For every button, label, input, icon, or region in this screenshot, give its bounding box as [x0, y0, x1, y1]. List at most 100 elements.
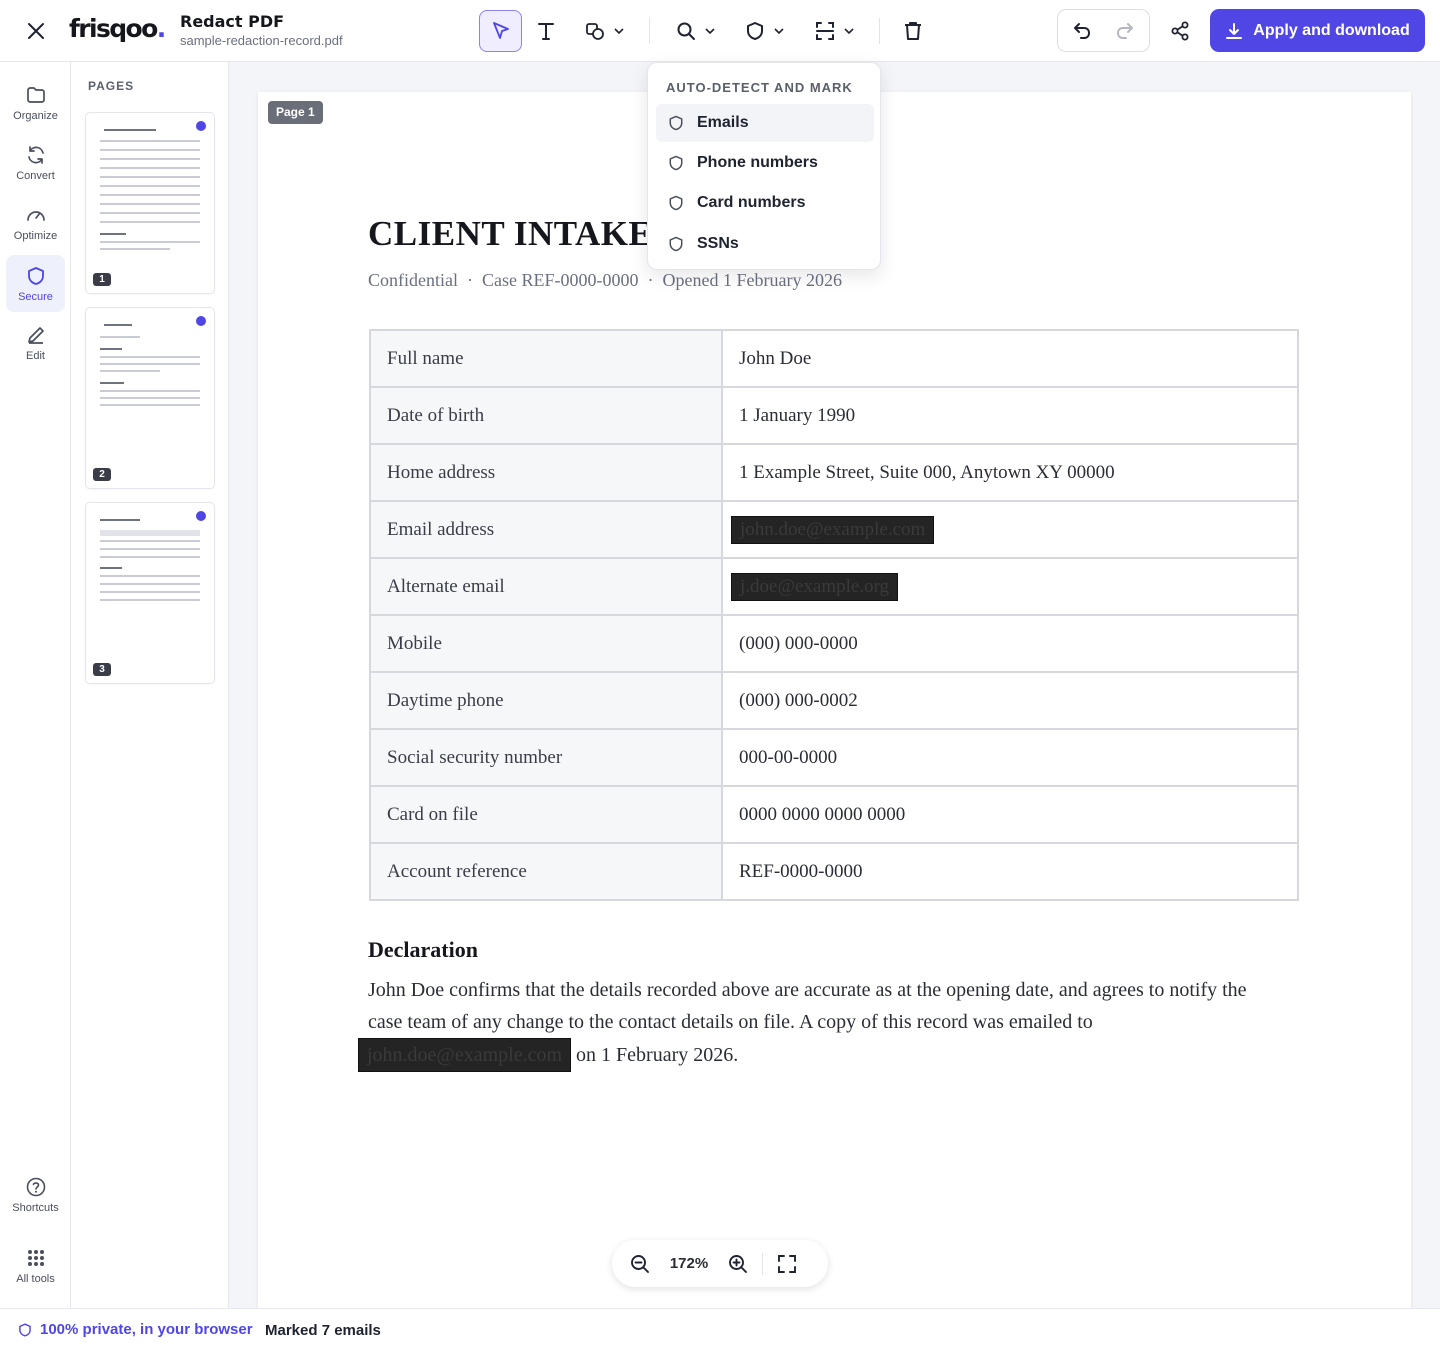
pages-panel: PAGES 1 2 3 [71, 62, 229, 1308]
text-icon [538, 23, 554, 40]
redaction-mark[interactable]: john.doe@example.com [358, 1038, 572, 1072]
shapes-tool-button[interactable] [574, 10, 634, 52]
redaction-mark[interactable]: john.doe@example.com [731, 515, 935, 544]
shield-icon [669, 115, 683, 131]
pdf-page-1[interactable]: Page 1 CLIENT INTAKE Confidential · Case R… [258, 92, 1411, 1308]
delete-button[interactable] [893, 10, 933, 52]
folder-icon [26, 86, 45, 103]
row-label[interactable]: Social security number [369, 728, 723, 787]
apply-and-download-button[interactable]: Apply and download [1210, 9, 1425, 52]
row-value[interactable]: John Doe [721, 329, 1299, 388]
meta-case-ref: Case REF-0000-0000 [481, 270, 639, 290]
search-tool-button[interactable] [665, 10, 725, 52]
menu-item-phone-numbers[interactable]: Phone numbers [656, 144, 874, 182]
top-toolbar: frisqoo. Redact PDF sample-redaction-rec… [0, 0, 1440, 62]
area-select-button[interactable] [804, 10, 864, 52]
shield-icon [669, 195, 683, 211]
row-label[interactable]: Full name [369, 329, 723, 388]
menu-item-emails[interactable]: Emails [656, 104, 874, 142]
close-button[interactable] [20, 15, 52, 47]
shield-icon [19, 1322, 31, 1337]
meta-separator: · [647, 270, 654, 290]
declaration-heading[interactable]: Declaration [368, 937, 478, 963]
rail-item-shortcuts[interactable]: Shortcuts [6, 1166, 65, 1223]
fullscreen-icon [778, 1254, 796, 1273]
rail-item-all-tools[interactable]: All tools [6, 1237, 65, 1294]
menu-item-ssns[interactable]: SSNs [656, 225, 874, 263]
pencil-icon [27, 326, 44, 344]
all-tools-label: All tools [16, 1272, 55, 1285]
row-value[interactable]: 1 January 1990 [721, 386, 1299, 445]
tool-rail: Organize Convert Optimize Secure Edit Sh… [0, 62, 71, 1308]
chevron-down-icon [844, 28, 854, 35]
row-value[interactable]: REF-0000-0000 [721, 842, 1299, 901]
page-thumbnail-3[interactable]: 3 [86, 503, 214, 683]
fit-to-screen-button[interactable] [769, 1246, 805, 1282]
row-label[interactable]: Email address [369, 500, 723, 559]
row-label[interactable]: Date of birth [369, 386, 723, 445]
undo-icon [1074, 23, 1090, 39]
row-value[interactable]: (000) 000-0002 [721, 671, 1299, 730]
table-row: Email address john.doe@example.com [369, 500, 1299, 559]
shapes-icon [586, 23, 604, 40]
menu-item-card-numbers[interactable]: Card numbers [656, 184, 874, 222]
table-row: Daytime phone (000) 000-0002 [369, 671, 1299, 730]
page-number: 1 [93, 273, 111, 286]
rail-item-label: Edit [26, 349, 45, 362]
text-tool-button[interactable] [526, 10, 566, 52]
menu-item-label: Emails [697, 114, 749, 131]
meta-opened: Opened 1 February 2026 [662, 270, 842, 290]
auto-detect-button[interactable] [734, 10, 794, 52]
row-value[interactable]: 1 Example Street, Suite 000, Anytown XY … [721, 443, 1299, 502]
row-value[interactable]: 000-00-0000 [721, 728, 1299, 787]
rail-item-convert[interactable]: Convert [6, 134, 65, 191]
shortcuts-label: Shortcuts [12, 1201, 59, 1214]
row-label[interactable]: Account reference [369, 842, 723, 901]
row-value[interactable]: 0000 0000 0000 0000 [721, 785, 1299, 844]
rail-item-organize[interactable]: Organize [6, 74, 65, 131]
auto-detect-menu: AUTO-DETECT AND MARK Emails Phone number… [647, 62, 881, 270]
rail-item-optimize[interactable]: Optimize [6, 194, 65, 251]
select-tool-button[interactable] [479, 10, 522, 52]
zoom-in-button[interactable] [720, 1246, 756, 1282]
client-details-table: Full name John Doe Date of birth 1 January… [369, 329, 1299, 901]
rail-item-edit[interactable]: Edit [6, 314, 65, 371]
rail-item-label: Optimize [13, 229, 58, 242]
meta-separator: · [466, 270, 473, 290]
chevron-down-icon [705, 28, 715, 35]
document-title: Redact PDF sample-redaction-record.pdf [180, 12, 343, 48]
page-thumbnail-1[interactable]: 1 [86, 113, 214, 293]
brand-logo[interactable]: frisqoo. [69, 14, 166, 43]
document-meta[interactable]: Confidential · Case REF-0000-0000 · Opened 1… [368, 270, 842, 291]
row-value[interactable]: (000) 000-0000 [721, 614, 1299, 673]
download-icon [1226, 22, 1243, 39]
menu-item-label: Card numbers [697, 194, 806, 211]
table-row: Full name John Doe [369, 329, 1299, 388]
row-label[interactable]: Alternate email [369, 557, 723, 616]
app-title: Redact PDF [180, 12, 285, 31]
redo-icon [1117, 23, 1133, 39]
declaration-paragraph[interactable]: John Doe confirms that the details recor… [358, 974, 1268, 1072]
privacy-indicator[interactable]: 100% private, in your browser [17, 1321, 253, 1338]
toolbar-divider [879, 18, 880, 44]
search-icon [677, 22, 695, 40]
row-label[interactable]: Card on file [369, 785, 723, 844]
undo-button[interactable] [1063, 10, 1101, 52]
menu-item-label: SSNs [697, 235, 739, 252]
share-button[interactable] [1160, 10, 1200, 52]
redo-button[interactable] [1106, 10, 1144, 52]
file-name: sample-redaction-record.pdf [180, 33, 343, 48]
row-label[interactable]: Mobile [369, 614, 723, 673]
page-thumbnail-2[interactable]: 2 [86, 308, 214, 488]
row-label[interactable]: Home address [369, 443, 723, 502]
rail-item-label: Organize [13, 109, 58, 122]
row-label[interactable]: Daytime phone [369, 671, 723, 730]
document-heading[interactable]: CLIENT INTAKE [368, 214, 652, 254]
rail-item-secure[interactable]: Secure [6, 255, 65, 312]
table-row: Home address 1 Example Street, Suite 000,… [369, 443, 1299, 502]
redaction-mark[interactable]: j.doe@example.org [731, 572, 899, 601]
rail-item-label: Secure [18, 290, 53, 303]
row-value-cell: john.doe@example.com [721, 500, 1299, 559]
zoom-out-button[interactable] [622, 1246, 658, 1282]
cursor-arrow-icon [492, 22, 509, 39]
